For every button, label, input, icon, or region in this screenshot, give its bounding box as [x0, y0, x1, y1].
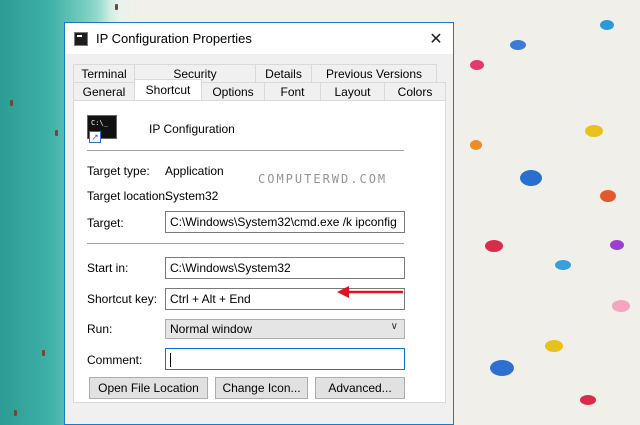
watermark-text: COMPUTERWD.COM: [258, 172, 388, 186]
tab-terminal[interactable]: Terminal: [73, 64, 135, 82]
window-title: IP Configuration Properties: [96, 31, 252, 46]
start-in-field[interactable]: C:\Windows\System32: [165, 257, 405, 279]
umbrella-shape: [600, 190, 616, 202]
target-type-label: Target type:: [87, 164, 150, 178]
tab-previous-versions[interactable]: Previous Versions: [311, 64, 437, 82]
umbrella-shape: [555, 260, 571, 270]
swimmer-shape: [10, 100, 13, 106]
tab-details[interactable]: Details: [255, 64, 312, 82]
shortcut-arrow-icon: ↗: [89, 131, 101, 143]
tab-row-2: General Shortcut Options Font Layout Col…: [73, 79, 446, 100]
shortcut-key-label: Shortcut key:: [87, 292, 158, 306]
umbrella-shape: [600, 20, 614, 30]
umbrella-shape: [470, 60, 484, 70]
tab-font[interactable]: Font: [264, 82, 321, 100]
tab-row-1: Terminal Security Details Previous Versi…: [73, 64, 437, 82]
swimmer-shape: [55, 130, 58, 136]
advanced-button[interactable]: Advanced...: [315, 377, 405, 399]
title-bar[interactable]: IP Configuration Properties ✕: [65, 23, 453, 54]
close-button[interactable]: ✕: [419, 23, 453, 54]
umbrella-shape: [520, 170, 542, 186]
console-icon-text: C:\_: [91, 119, 108, 127]
separator: [87, 150, 404, 151]
tab-shortcut[interactable]: Shortcut: [134, 79, 202, 100]
umbrella-shape: [610, 240, 624, 250]
target-label: Target:: [87, 216, 124, 230]
app-name: IP Configuration: [149, 122, 235, 136]
tab-general[interactable]: General: [73, 82, 135, 100]
text-caret: [170, 352, 171, 367]
target-location-value: System32: [165, 189, 219, 203]
umbrella-shape: [545, 340, 563, 352]
annotation-arrow-icon: [337, 286, 403, 298]
umbrella-shape: [485, 240, 503, 252]
chevron-down-icon: ∨: [390, 321, 398, 332]
umbrella-shape: [510, 40, 526, 50]
comment-label: Comment:: [87, 353, 143, 367]
target-location-label: Target location:: [87, 189, 169, 203]
umbrella-shape: [490, 360, 514, 376]
properties-dialog: IP Configuration Properties ✕ Terminal S…: [64, 22, 454, 425]
change-icon-button[interactable]: Change Icon...: [215, 377, 308, 399]
run-select[interactable]: Normal window ∨: [165, 319, 405, 339]
umbrella-shape: [612, 300, 630, 312]
target-field[interactable]: C:\Windows\System32\cmd.exe /k ipconfig: [165, 211, 405, 233]
tab-layout[interactable]: Layout: [320, 82, 385, 100]
swimmer-shape: [42, 350, 45, 356]
comment-field[interactable]: [165, 348, 405, 370]
tab-options[interactable]: Options: [201, 82, 265, 100]
console-icon: [74, 32, 88, 46]
run-label: Run:: [87, 322, 113, 336]
run-select-value: Normal window: [170, 322, 253, 336]
umbrella-shape: [580, 395, 596, 405]
tab-colors[interactable]: Colors: [384, 82, 446, 100]
swimmer-shape: [14, 410, 17, 416]
target-type-value: Application: [165, 164, 224, 178]
open-file-location-button[interactable]: Open File Location: [89, 377, 208, 399]
umbrella-shape: [470, 140, 482, 150]
umbrella-shape: [585, 125, 603, 137]
swimmer-shape: [115, 4, 118, 10]
separator: [87, 243, 404, 244]
start-in-label: Start in:: [87, 261, 129, 275]
